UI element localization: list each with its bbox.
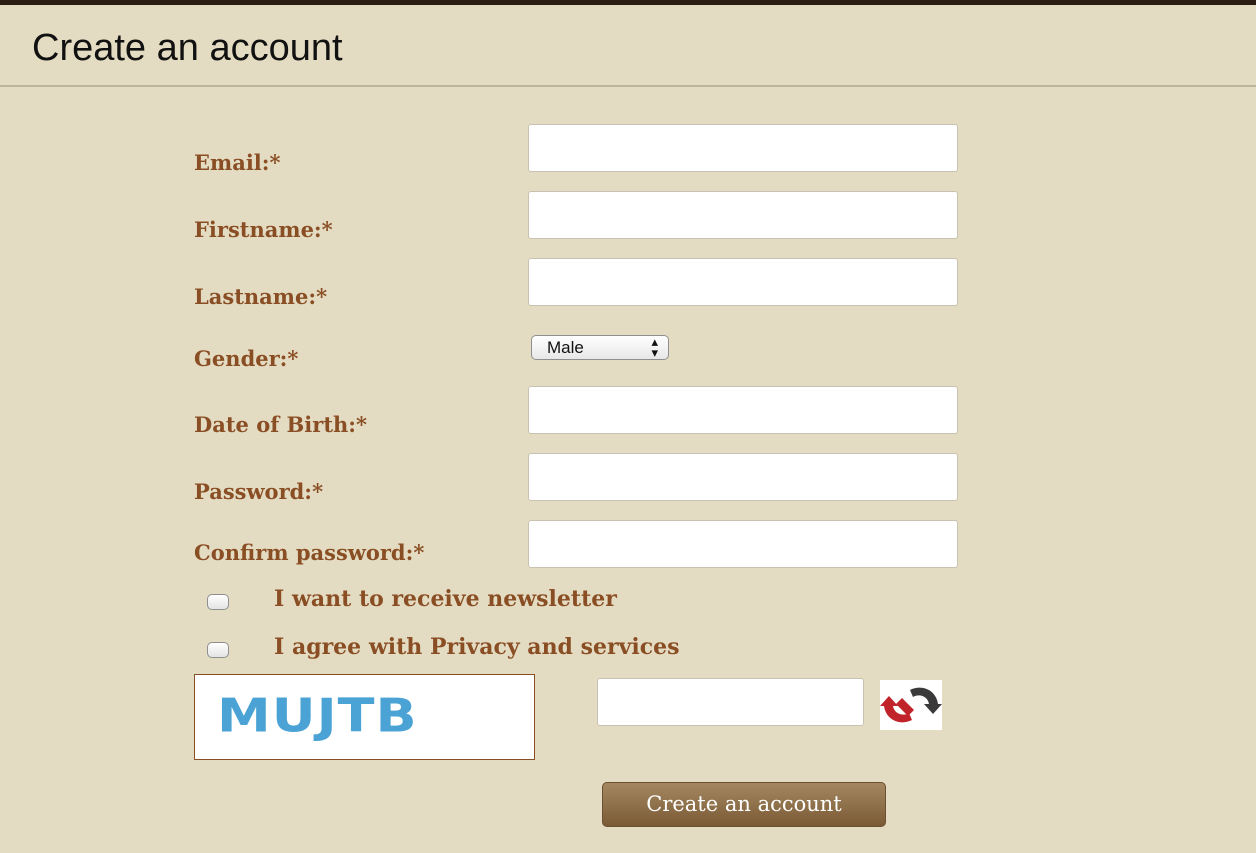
email-field[interactable] bbox=[528, 124, 958, 172]
lastname-label: Lastname:* bbox=[194, 284, 328, 309]
firstname-field[interactable] bbox=[528, 191, 958, 239]
lastname-field[interactable] bbox=[528, 258, 958, 306]
gender-select[interactable]: Male ▴ ▾ bbox=[531, 335, 669, 360]
password-label: Password:* bbox=[194, 479, 324, 504]
gender-label: Gender:* bbox=[194, 346, 299, 371]
confirm-password-label: Confirm password:* bbox=[194, 540, 425, 565]
captcha-code: MUJTB bbox=[217, 689, 418, 743]
newsletter-label: I want to receive newsletter bbox=[274, 586, 617, 612]
privacy-label: I agree with Privacy and services bbox=[274, 634, 680, 660]
page-title: Create an account bbox=[32, 27, 343, 69]
confirm-password-field[interactable] bbox=[528, 520, 958, 568]
create-account-button[interactable]: Create an account bbox=[602, 782, 886, 827]
refresh-arrows-icon bbox=[880, 687, 942, 723]
page-header: Create an account bbox=[0, 5, 1256, 87]
dob-field[interactable] bbox=[528, 386, 958, 434]
firstname-label: Firstname:* bbox=[194, 217, 333, 242]
email-label: Email:* bbox=[194, 150, 281, 175]
select-arrows-icon: ▴ ▾ bbox=[651, 334, 658, 360]
privacy-checkbox[interactable] bbox=[207, 642, 229, 658]
gender-select-value: Male bbox=[547, 338, 584, 357]
captcha-image: MUJTB bbox=[194, 674, 535, 760]
newsletter-checkbox[interactable] bbox=[207, 594, 229, 610]
dob-label: Date of Birth:* bbox=[194, 412, 368, 437]
password-field[interactable] bbox=[528, 453, 958, 501]
captcha-input[interactable] bbox=[597, 678, 864, 726]
refresh-captcha-icon[interactable] bbox=[880, 680, 942, 730]
